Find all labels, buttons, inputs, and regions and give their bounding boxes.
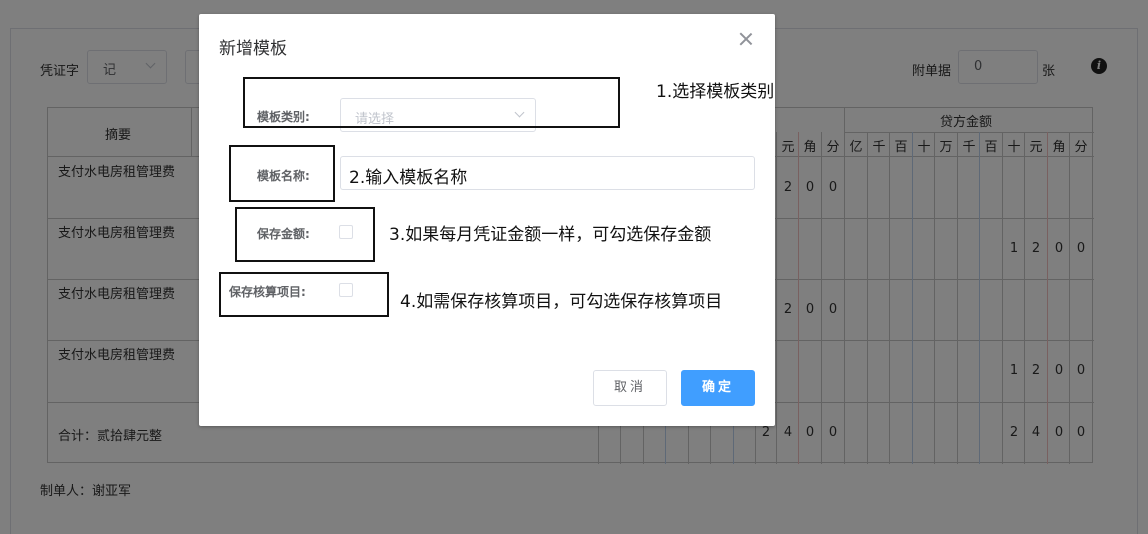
confirm-button[interactable]: 确定 <box>681 370 755 406</box>
annotation-step4: 4.如需保存核算项目，可勾选保存核算项目 <box>400 292 723 312</box>
annotation-box-category <box>243 77 620 128</box>
cancel-button[interactable]: 取消 <box>593 370 667 406</box>
template-name-value: 2.输入模板名称 <box>349 168 468 188</box>
annotation-box-save-item <box>219 272 389 317</box>
annotation-step3: 3.如果每月凭证金额一样，可勾选保存金额 <box>389 225 712 245</box>
close-icon[interactable] <box>739 32 753 46</box>
dialog-title: 新增模板 <box>219 39 287 59</box>
annotation-box-save-amount <box>235 207 375 262</box>
template-name-input[interactable]: 2.输入模板名称 <box>340 156 755 190</box>
annotation-step1: 1.选择模板类别 <box>656 82 775 102</box>
annotation-box-name <box>229 145 335 202</box>
